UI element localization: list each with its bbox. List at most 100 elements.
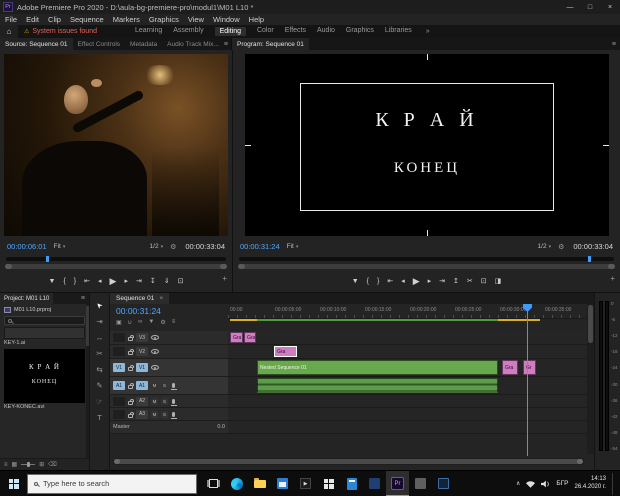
workspace-tab-color[interactable]: Color — [257, 27, 274, 36]
tab-audio-track-mixer[interactable]: Audio Track Mix... — [162, 38, 224, 50]
track-header-v2[interactable]: V2 — [110, 345, 228, 359]
playhead-line[interactable] — [527, 306, 528, 456]
program-settings-icon[interactable]: ⚙ — [558, 243, 564, 251]
timeline-menu-icon[interactable]: ≡ — [172, 319, 176, 326]
mark-out-button[interactable]: } — [377, 278, 379, 285]
panel-menu-icon[interactable]: ≡ — [224, 41, 232, 48]
step-back-button[interactable]: ◂ — [98, 277, 102, 285]
menu-edit[interactable]: Edit — [26, 15, 39, 24]
workspace-tab-assembly[interactable]: Assembly — [173, 27, 203, 36]
tray-expand-icon[interactable]: ∧ — [516, 480, 520, 487]
hand-tool[interactable]: ☞ — [96, 397, 103, 406]
button-editor-plus[interactable]: + — [610, 274, 615, 283]
project-item-thumbnail[interactable] — [4, 327, 85, 339]
play-button[interactable]: ▶ — [110, 276, 117, 287]
timeline-horizontal-scrollbar[interactable] — [113, 458, 584, 465]
lock-icon[interactable] — [128, 414, 133, 418]
tab-project[interactable]: Project: M01 L10 — [0, 293, 53, 304]
go-to-in-button[interactable]: ⇤ — [387, 277, 393, 285]
minimize-button[interactable]: — — [560, 0, 580, 14]
store-app[interactable] — [271, 471, 294, 496]
extract-button[interactable]: ✂ — [467, 277, 473, 285]
tab-sequence-01[interactable]: Sequence 01 × — [110, 293, 169, 304]
lock-icon[interactable] — [128, 385, 133, 389]
timeline-vertical-scrollbar[interactable] — [587, 304, 594, 454]
lock-icon[interactable] — [128, 337, 133, 341]
slip-tool[interactable]: ⇆ — [96, 365, 102, 374]
menu-help[interactable]: Help — [249, 15, 264, 24]
lock-icon[interactable] — [128, 367, 133, 371]
tab-program-monitor[interactable]: Program: Sequence 01 — [232, 38, 309, 50]
home-icon[interactable]: ⌂ — [0, 25, 18, 38]
nested-sequence-audio-clip[interactable] — [257, 378, 498, 393]
mark-in-button[interactable]: { — [367, 278, 369, 285]
graphic-clip[interactable]: Gr — [523, 360, 536, 375]
program-zoom-select[interactable]: Fit ▾ — [287, 243, 299, 250]
comparison-view-button[interactable]: ◨ — [495, 277, 502, 285]
track-content-a3[interactable] — [228, 408, 587, 421]
graphic-clip[interactable]: Gra — [502, 360, 518, 375]
source-patch-a1[interactable]: A1 — [113, 381, 125, 390]
menu-graphics[interactable]: Graphics — [149, 15, 179, 24]
source-scrubber-playhead[interactable] — [46, 256, 49, 262]
export-frame-button[interactable]: ⊡ — [178, 277, 184, 285]
solo-button[interactable]: S — [161, 382, 168, 389]
track-header-v1[interactable]: V1 V1 — [110, 359, 228, 377]
track-content-v3[interactable]: Gra Gra — [228, 331, 587, 345]
linked-selection-icon[interactable]: ∞ — [138, 319, 142, 326]
workspace-tab-editing[interactable]: Editing — [215, 27, 246, 36]
mic-icon[interactable] — [172, 399, 175, 404]
track-content-a1[interactable] — [228, 377, 587, 395]
source-resolution-select[interactable]: 1/2 ▾ — [150, 243, 164, 250]
track-header-a2[interactable]: A2 M S — [110, 395, 228, 408]
icon-view-icon[interactable]: ▦ — [12, 461, 18, 468]
insert-button[interactable]: ↧ — [150, 277, 156, 285]
start-button[interactable] — [0, 471, 27, 496]
step-forward-button[interactable]: ▸ — [124, 277, 128, 285]
overwrite-button[interactable]: ⇓ — [164, 277, 170, 285]
play-button[interactable]: ▶ — [413, 276, 420, 287]
lock-icon[interactable] — [128, 351, 133, 355]
track-target-a2[interactable]: A2 — [136, 397, 148, 406]
project-scrollbar[interactable] — [86, 304, 89, 458]
thumbnail-zoom-slider[interactable] — [21, 464, 35, 465]
source-patch-v1[interactable]: V1 — [113, 363, 125, 372]
lock-icon[interactable] — [128, 401, 133, 405]
project-item-label[interactable]: KEY-1.ai — [0, 339, 89, 346]
source-patch-v3[interactable] — [113, 333, 125, 342]
workspace-tab-audio[interactable]: Audio — [317, 27, 335, 36]
source-zoom-select[interactable]: Fit ▾ — [54, 243, 66, 250]
menu-view[interactable]: View — [188, 15, 204, 24]
track-header-a1[interactable]: A1 A1 M S — [110, 377, 228, 395]
ripple-edit-tool[interactable]: ↔ — [96, 333, 104, 342]
go-to-in-button[interactable]: ⇤ — [84, 277, 90, 285]
file-explorer-app[interactable] — [248, 471, 271, 496]
mic-icon[interactable] — [172, 383, 175, 388]
track-content-a2[interactable] — [228, 395, 587, 408]
pen-tool[interactable]: ✎ — [96, 381, 102, 390]
eye-icon[interactable] — [151, 335, 159, 340]
source-scrubber[interactable] — [6, 257, 226, 261]
razor-tool[interactable]: ✂ — [96, 349, 102, 358]
notification-center-button[interactable] — [612, 473, 617, 495]
mute-button[interactable]: M — [151, 411, 158, 418]
source-patch-a2[interactable] — [113, 397, 125, 406]
track-target-v3[interactable]: V3 — [136, 333, 148, 342]
button-editor-plus[interactable]: + — [222, 274, 227, 283]
menu-clip[interactable]: Clip — [48, 15, 61, 24]
program-position-timecode[interactable]: 00:00:31:24 — [240, 242, 280, 251]
track-header-a3[interactable]: A3 M S — [110, 408, 228, 421]
source-settings-icon[interactable]: ⚙ — [170, 243, 176, 251]
tab-metadata[interactable]: Metadata — [125, 38, 162, 50]
panel-menu-icon[interactable]: ≡ — [81, 295, 89, 302]
workspace-tab-graphics[interactable]: Graphics — [346, 27, 374, 36]
mute-button[interactable]: M — [151, 382, 158, 389]
add-marker-button[interactable]: ▼ — [49, 278, 56, 285]
calculator-app[interactable] — [340, 471, 363, 496]
graphic-clip[interactable]: Gra — [244, 332, 256, 343]
edge-app[interactable] — [225, 471, 248, 496]
track-target-v2[interactable]: V2 — [136, 347, 148, 356]
source-position-timecode[interactable]: 00:00:06:01 — [7, 242, 47, 251]
close-button[interactable]: × — [600, 0, 620, 14]
tab-effect-controls[interactable]: Effect Controls — [73, 38, 126, 50]
